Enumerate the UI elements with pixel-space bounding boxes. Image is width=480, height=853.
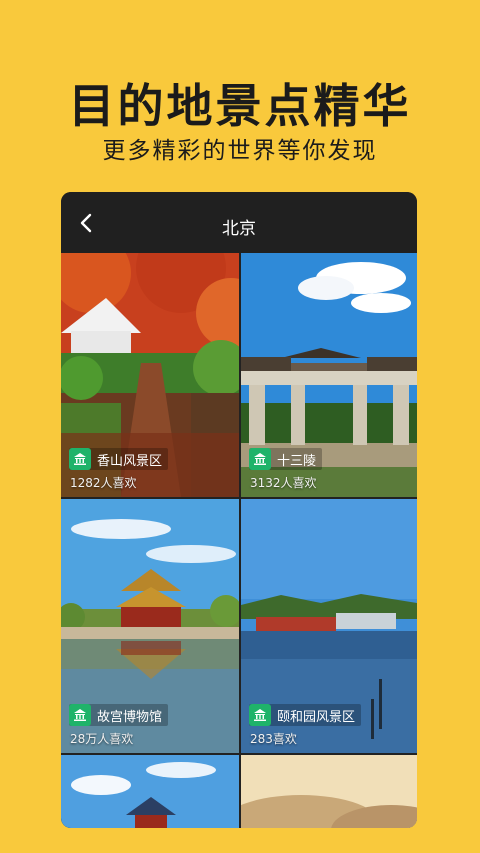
spot-tag: 香山风景区 — [69, 448, 169, 470]
spot-likes: 283喜欢 — [250, 732, 297, 746]
spot-card-gugong[interactable]: 故宫博物馆 28万人喜欢 — [61, 499, 239, 753]
spot-likes: 1282人喜欢 — [70, 476, 137, 490]
nav-bar: 北京 — [61, 192, 417, 253]
phone-frame: 北京 香山风景区 1282人喜欢 十三陵 3132人喜欢 故宫博物馆 28万人喜… — [61, 192, 417, 828]
museum-icon — [249, 448, 271, 470]
promo-headline: 目的地景点精华 — [68, 79, 412, 133]
promo-subline: 更多精彩的世界等你发现 — [102, 138, 378, 164]
spot-likes: 28万人喜欢 — [70, 732, 134, 746]
museum-icon — [69, 704, 91, 726]
spot-photo — [61, 755, 239, 828]
spot-card-yiheyuan[interactable]: 颐和园风景区 283喜欢 — [241, 499, 417, 753]
spot-card-xiangshan[interactable]: 香山风景区 1282人喜欢 — [61, 253, 239, 497]
spot-name: 颐和园风景区 — [277, 709, 356, 725]
spot-name: 香山风景区 — [97, 453, 163, 469]
spot-photo — [241, 755, 417, 828]
spot-name: 故宫博物馆 — [97, 709, 163, 725]
spot-card-shisanling[interactable]: 十三陵 3132人喜欢 — [241, 253, 417, 497]
spot-likes: 3132人喜欢 — [250, 476, 317, 490]
spot-card-partial-1[interactable] — [61, 755, 239, 828]
spot-tag: 十三陵 — [249, 448, 323, 470]
spot-name: 十三陵 — [277, 453, 317, 469]
museum-icon — [69, 448, 91, 470]
spot-grid: 香山风景区 1282人喜欢 十三陵 3132人喜欢 故宫博物馆 28万人喜欢 颐… — [61, 253, 417, 828]
nav-title: 北京 — [222, 219, 256, 239]
spot-tag: 故宫博物馆 — [69, 704, 169, 726]
spot-tag: 颐和园风景区 — [249, 704, 362, 726]
spot-card-partial-2[interactable] — [241, 755, 417, 828]
museum-icon — [249, 704, 271, 726]
